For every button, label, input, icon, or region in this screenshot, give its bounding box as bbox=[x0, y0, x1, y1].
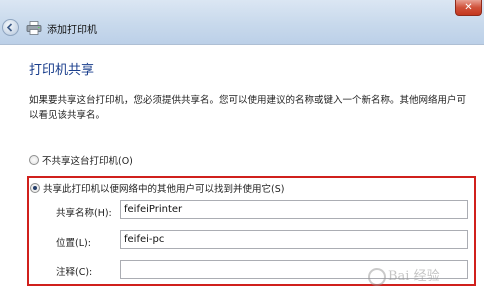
watermark: Bai 经验 bbox=[368, 265, 478, 295]
window-title: 添加打印机 bbox=[47, 25, 97, 36]
arrow-left-icon bbox=[6, 23, 13, 32]
share-label[interactable]: 共享此打印机以便网络中的其他用户可以找到并使用它(S) bbox=[43, 181, 284, 195]
location-input[interactable] bbox=[120, 230, 468, 249]
no-share-radio[interactable] bbox=[29, 155, 39, 165]
close-icon: ✕ bbox=[464, 2, 473, 13]
close-button[interactable]: ✕ bbox=[455, 0, 482, 16]
paw-logo-icon bbox=[368, 267, 386, 286]
share-name-label: 共享名称(H): bbox=[56, 208, 112, 219]
window-titlebar: 添加打印机 ✕ bbox=[0, 0, 484, 45]
page-description: 如果要共享这台打印机，您必须提供共享名。您可以使用建议的名称或键入一个新名称。其… bbox=[29, 95, 467, 121]
no-share-label[interactable]: 不共享这台打印机(O) bbox=[42, 153, 133, 167]
share-radio[interactable] bbox=[30, 183, 40, 193]
printer-icon bbox=[26, 21, 42, 35]
watermark-text: Bai 经验 bbox=[388, 269, 440, 284]
location-label: 位置(L): bbox=[56, 238, 91, 249]
comment-label: 注释(C): bbox=[56, 267, 93, 278]
back-button[interactable] bbox=[2, 19, 19, 36]
page-title: 打印机共享 bbox=[29, 63, 95, 78]
share-name-input[interactable] bbox=[120, 200, 468, 219]
